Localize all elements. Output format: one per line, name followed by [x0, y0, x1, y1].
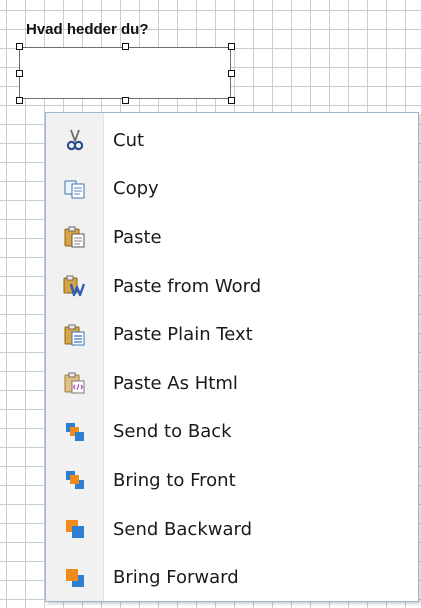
- menu-item-label: Bring to Front: [113, 469, 236, 491]
- name-textbox[interactable]: [19, 47, 231, 99]
- menu-item-paste[interactable]: Paste: [46, 213, 418, 262]
- menu-item-label: Paste from Word: [113, 275, 262, 297]
- menu-item-label: Cut: [113, 129, 145, 151]
- copy-icon: [46, 179, 103, 199]
- resize-handle-middle-left[interactable]: [16, 70, 23, 77]
- menu-item-label: Send Backward: [113, 518, 253, 540]
- menu-item-copy[interactable]: Copy: [46, 165, 418, 214]
- menu-item-bring-forward[interactable]: Bring Forward: [46, 553, 418, 602]
- send-to-back-icon: [46, 421, 103, 443]
- resize-handle-bottom-center[interactable]: [122, 97, 129, 104]
- context-menu: Cut Copy Paste Paste from Word Paste Pla…: [45, 112, 419, 602]
- resize-handle-middle-right[interactable]: [228, 70, 235, 77]
- resize-handle-top-center[interactable]: [122, 43, 129, 50]
- field-label: Hvad hedder du?: [26, 21, 149, 38]
- menu-item-send-backward[interactable]: Send Backward: [46, 505, 418, 554]
- bring-forward-icon: [46, 567, 103, 589]
- menu-item-paste-plain-text[interactable]: Paste Plain Text: [46, 310, 418, 359]
- menu-item-label: Paste: [113, 226, 162, 248]
- menu-item-paste-from-word[interactable]: Paste from Word: [46, 262, 418, 311]
- bring-to-front-icon: [46, 469, 103, 491]
- menu-item-label: Bring Forward: [113, 567, 239, 589]
- menu-item-bring-to-front[interactable]: Bring to Front: [46, 456, 418, 505]
- menu-item-label: Copy: [113, 178, 159, 200]
- cut-icon: [46, 129, 103, 151]
- paste-icon: [46, 226, 103, 248]
- send-backward-icon: [46, 518, 103, 540]
- resize-handle-bottom-left[interactable]: [16, 97, 23, 104]
- paste-from-word-icon: [46, 275, 103, 297]
- menu-item-label: Paste Plain Text: [113, 324, 253, 346]
- menu-item-paste-as-html[interactable]: Paste As Html: [46, 359, 418, 408]
- menu-item-label: Paste As Html: [113, 372, 238, 394]
- menu-item-label: Send to Back: [113, 421, 232, 443]
- paste-as-html-icon: [46, 372, 103, 394]
- menu-item-send-to-back[interactable]: Send to Back: [46, 408, 418, 457]
- resize-handle-top-left[interactable]: [16, 43, 23, 50]
- resize-handle-top-right[interactable]: [228, 43, 235, 50]
- paste-plain-text-icon: [46, 324, 103, 346]
- resize-handle-bottom-right[interactable]: [228, 97, 235, 104]
- menu-item-cut[interactable]: Cut: [46, 116, 418, 165]
- menu-list: Cut Copy Paste Paste from Word Paste Pla…: [46, 116, 418, 602]
